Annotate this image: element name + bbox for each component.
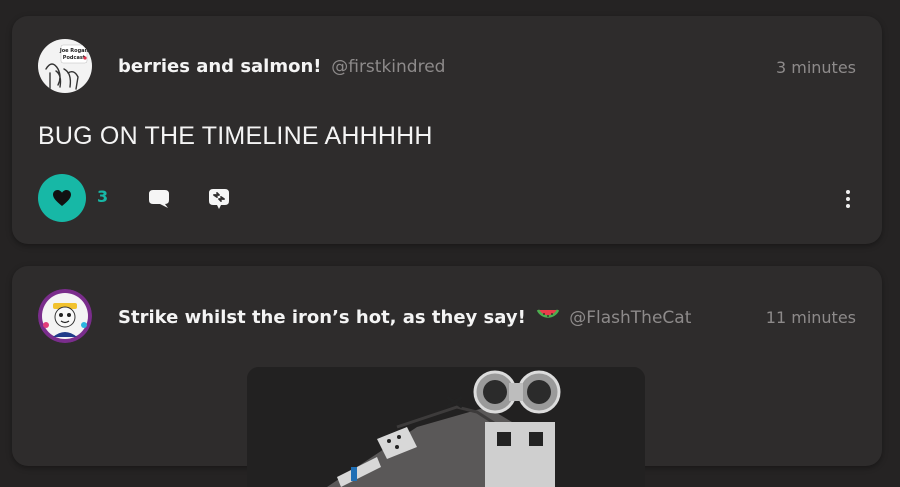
user-handle[interactable]: @firstkindred — [331, 57, 445, 77]
post-timestamp[interactable]: 3 minutes — [776, 58, 856, 77]
like-button[interactable] — [38, 174, 86, 222]
more-options-button[interactable] — [838, 186, 858, 212]
avatar[interactable] — [38, 289, 92, 343]
watermelon-icon — [536, 309, 559, 318]
post-header: berries and salmon! @firstkindred — [118, 56, 445, 77]
post-timestamp[interactable]: 11 minutes — [766, 308, 856, 327]
comment-button[interactable] — [146, 186, 172, 212]
display-name[interactable]: Strike whilst the iron’s hot, as they sa… — [118, 307, 526, 328]
reblog-icon — [209, 189, 229, 209]
timeline-post: Joe Rogan Podcast berries and salmon! @f… — [12, 16, 882, 244]
post-media-image[interactable] — [247, 367, 645, 487]
display-name[interactable]: berries and salmon! — [118, 56, 322, 77]
timeline-post: Strike whilst the iron’s hot, as they sa… — [12, 266, 882, 487]
post-actions: 3 — [38, 174, 858, 222]
heart-icon — [53, 190, 71, 206]
more-vertical-icon — [846, 190, 850, 194]
post-body: BUG ON THE TIMELINE AHHHHH — [38, 122, 433, 150]
robot-figure-image-icon — [247, 367, 645, 487]
reblog-button[interactable] — [206, 186, 232, 212]
podcast-avatar-icon: Joe Rogan Podcast — [38, 39, 92, 93]
user-handle[interactable]: @FlashTheCat — [569, 308, 691, 328]
avatar[interactable]: Joe Rogan Podcast — [38, 39, 92, 93]
like-count: 3 — [97, 187, 109, 206]
svg-text:Podcast: Podcast — [63, 55, 86, 61]
svg-text:Joe Rogan: Joe Rogan — [59, 48, 89, 54]
post-header: Strike whilst the iron’s hot, as they sa… — [118, 306, 691, 328]
cartoon-character-avatar-icon — [38, 289, 92, 343]
speech-bubble-icon — [149, 190, 169, 208]
